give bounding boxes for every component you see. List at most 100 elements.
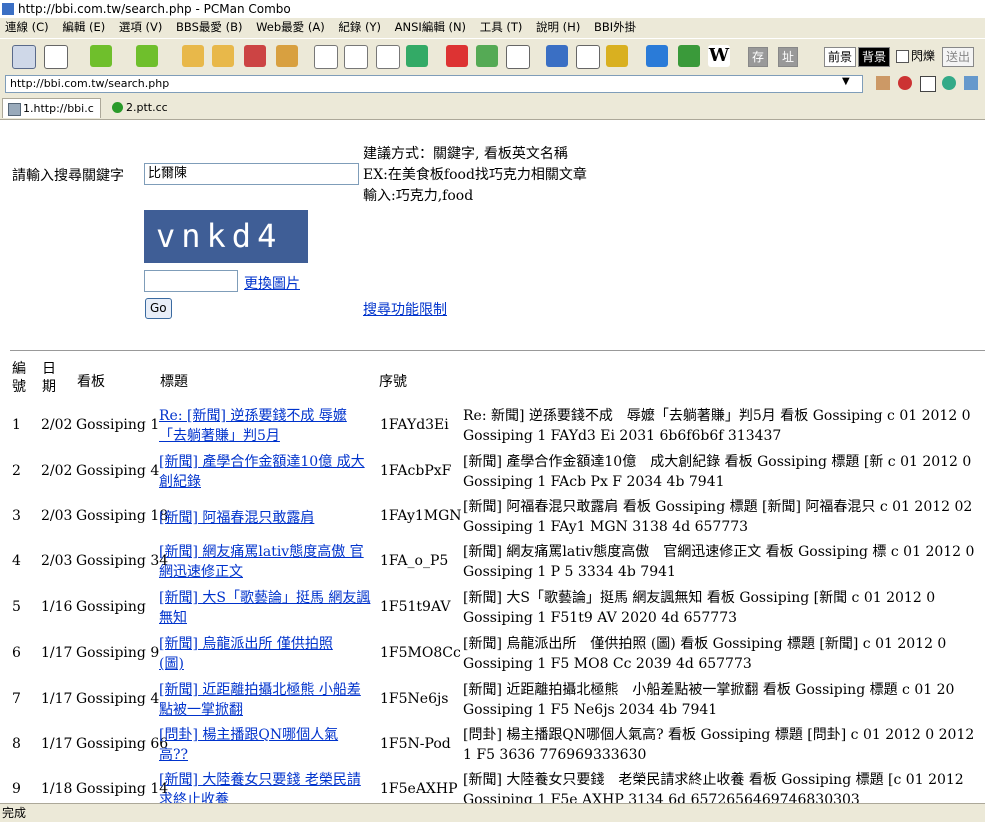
window-title: http://bbi.com.tw/search.php - PCMan Com… [18,2,291,16]
row-title-link[interactable]: [新聞] 大陸養女只要錢 老榮民請求終止收養 [159,770,374,803]
row-serial: 1F5MO8Cc [380,645,461,661]
row-num: 8 [12,736,21,752]
web-content: 請輸入搜尋關鍵字 比爾陳 建議方式：關鍵字, 看板英文名稱 EX:在美食板foo… [0,120,985,803]
globe-icon[interactable] [942,76,956,90]
menu-bbs-favorites[interactable]: BBS最愛 (B) [176,20,242,34]
select-all-icon[interactable] [406,45,428,67]
hint-line: 輸入:巧克力,food [363,188,474,204]
row-serial: 1FA_o_P5 [380,553,449,569]
menu-tools[interactable]: 工具 (T) [480,20,523,34]
row-title-link[interactable]: [新聞] 大S「歌藝論」挺馬 網友諷無知 [159,588,374,628]
desc-line: Re: 新聞] 逆孫要錢不成 辱嬤「去躺著賺」判5月 看板 Gossiping … [463,408,971,424]
fullscreen-icon[interactable] [506,45,530,69]
address-button[interactable]: 址 [778,47,799,67]
status-bar: 完成 [0,803,985,822]
foreground-color-button[interactable]: 前景 [824,47,857,67]
divider [10,350,985,351]
captcha-input[interactable] [144,270,238,292]
reconnect-icon[interactable] [212,45,234,67]
copy-ansi-icon[interactable] [376,45,400,69]
app-icon [2,3,14,15]
status-text: 完成 [2,806,27,820]
row-desc: [新聞] 大S「歌藝論」挺馬 網友諷無知 看板 Gossiping [新聞 c … [463,588,935,628]
captcha-image: vnkd4 [144,210,308,263]
row-title-link[interactable]: [新聞] 阿福春混只敢露肩 [159,508,374,528]
desc-line: [問卦] 楊主播跟QN哪個人氣高? 看板 Gossiping 標題 [問卦] c… [463,727,975,743]
search-input[interactable]: 比爾陳 [144,163,359,185]
row-title-link[interactable]: [新聞] 近距離拍攝北極熊 小船差點被一掌掀翻 [159,680,374,720]
row-board: Gossiping 34 [76,553,169,569]
background-color-button[interactable]: 背景 [858,47,891,67]
desc-line: Gossiping 1 F51t9 AV 2020 4d 657773 [463,610,738,626]
chevron-down-icon[interactable]: ▼ [842,76,850,87]
home-icon[interactable] [876,76,890,90]
page-icon [8,103,21,116]
row-serial: 1F51t9AV [380,599,451,615]
search-limits-link[interactable]: 搜尋功能限制 [363,299,447,319]
address-book-icon[interactable] [12,45,36,69]
monitor-icon[interactable] [546,45,568,67]
hint-line: EX:在美食板food找巧克力相關文章 [363,167,587,183]
row-num: 9 [12,781,21,797]
row-board: Gossiping 4 [76,463,160,479]
add-favorite-icon[interactable] [276,45,298,67]
col-serial: 序號 [379,374,407,390]
menu-bbi-plugin[interactable]: BBI外掛 [594,20,636,34]
change-image-link[interactable]: 更換圖片 [244,273,300,293]
blink-checkbox[interactable] [896,50,909,63]
menu-help[interactable]: 說明 (H) [536,20,580,34]
copy-icon[interactable] [314,45,338,69]
desc-line: [新聞] 產學合作金額達10億 成大創紀錄 看板 Gossiping 標題 [新… [463,454,972,470]
go-button[interactable]: Go [145,298,172,319]
refresh-icon[interactable] [964,76,978,90]
settings-gear-icon[interactable] [476,45,498,67]
font-icon[interactable] [446,45,468,67]
print-icon[interactable] [920,76,936,92]
menu-web-favorites[interactable]: Web最愛 (A) [256,20,325,34]
flower-icon[interactable] [678,45,700,67]
url-field[interactable]: http://bbi.com.tw/search.php [5,75,863,93]
back-arrow-icon[interactable] [90,45,112,67]
row-date: 1/17 [41,736,73,752]
desc-line: [新聞] 阿福春混只敢露肩 看板 Gossiping 標題 [新聞] 阿福春混只… [463,499,973,515]
desc-line: Gossiping 1 FAcb Px F 2034 4b 7941 [463,474,725,490]
desc-line: Gossiping 1 F5 Ne6js 2034 4b 7941 [463,702,718,718]
send-button[interactable]: 送出 [942,47,975,67]
row-title-link[interactable]: Re: [新聞] 逆孫要錢不成 辱嬤「去躺著賺」判5月 [159,406,374,446]
search-site-icon[interactable] [646,45,668,67]
connect-icon[interactable] [182,45,204,67]
tab-bbi[interactable]: 1.http://bbi.c [2,98,101,118]
row-title-link[interactable]: [新聞] 網友痛罵lativ態度高傲 官網迅速修正文 [159,542,374,582]
row-date: 1/16 [41,599,73,615]
new-page-icon[interactable] [44,45,68,69]
menu-options[interactable]: 選項 (V) [119,20,163,34]
row-desc: [新聞] 產學合作金額達10億 成大創紀錄 看板 Gossiping 標題 [新… [463,452,971,492]
desc-line: Gossiping 1 F5 MO8 Cc 2039 4d 657773 [463,656,752,672]
row-num: 1 [12,417,21,433]
paste-icon[interactable] [344,45,368,69]
row-board: Gossiping 9 [76,645,160,661]
disconnect-icon[interactable] [244,45,266,67]
save-button[interactable]: 存 [748,47,769,67]
menu-edit[interactable]: 編輯 (E) [62,20,105,34]
menu-bar: 連線 (C) 編輯 (E) 選項 (V) BBS最愛 (B) Web最愛 (A)… [0,18,985,37]
menu-connect[interactable]: 連線 (C) [5,20,49,34]
row-serial: 1F5Ne6js [380,691,449,707]
desc-line: Gossiping 1 P 5 3334 4b 7941 [463,564,676,580]
row-title-link[interactable]: [新聞] 烏龍派出所 僅供拍照 (圖) [159,634,349,674]
menu-history[interactable]: 紀錄 (Y) [338,20,381,34]
tab-ptt[interactable]: 2.ptt.cc [106,98,174,117]
row-date: 2/02 [41,417,73,433]
col-title: 標題 [160,374,188,390]
lock-icon[interactable] [606,45,628,67]
header-text: 日 [42,361,56,377]
wikipedia-icon[interactable]: W [708,45,730,67]
row-title-link[interactable]: [新聞] 產學合作金額達10億 成大創紀錄 [159,452,374,492]
row-board: Gossiping 14 [76,781,169,797]
stop-icon[interactable] [898,76,912,90]
row-title-link[interactable]: [問卦] 楊主播跟QN哪個人氣高?? [159,725,364,765]
forward-arrow-icon[interactable] [136,45,158,67]
menu-ansi-edit[interactable]: ANSI編輯 (N) [395,20,466,34]
binary-icon[interactable] [576,45,600,69]
row-desc: [新聞] 大陸養女只要錢 老榮民請求終止收養 看板 Gossiping 標題 [… [463,770,964,803]
